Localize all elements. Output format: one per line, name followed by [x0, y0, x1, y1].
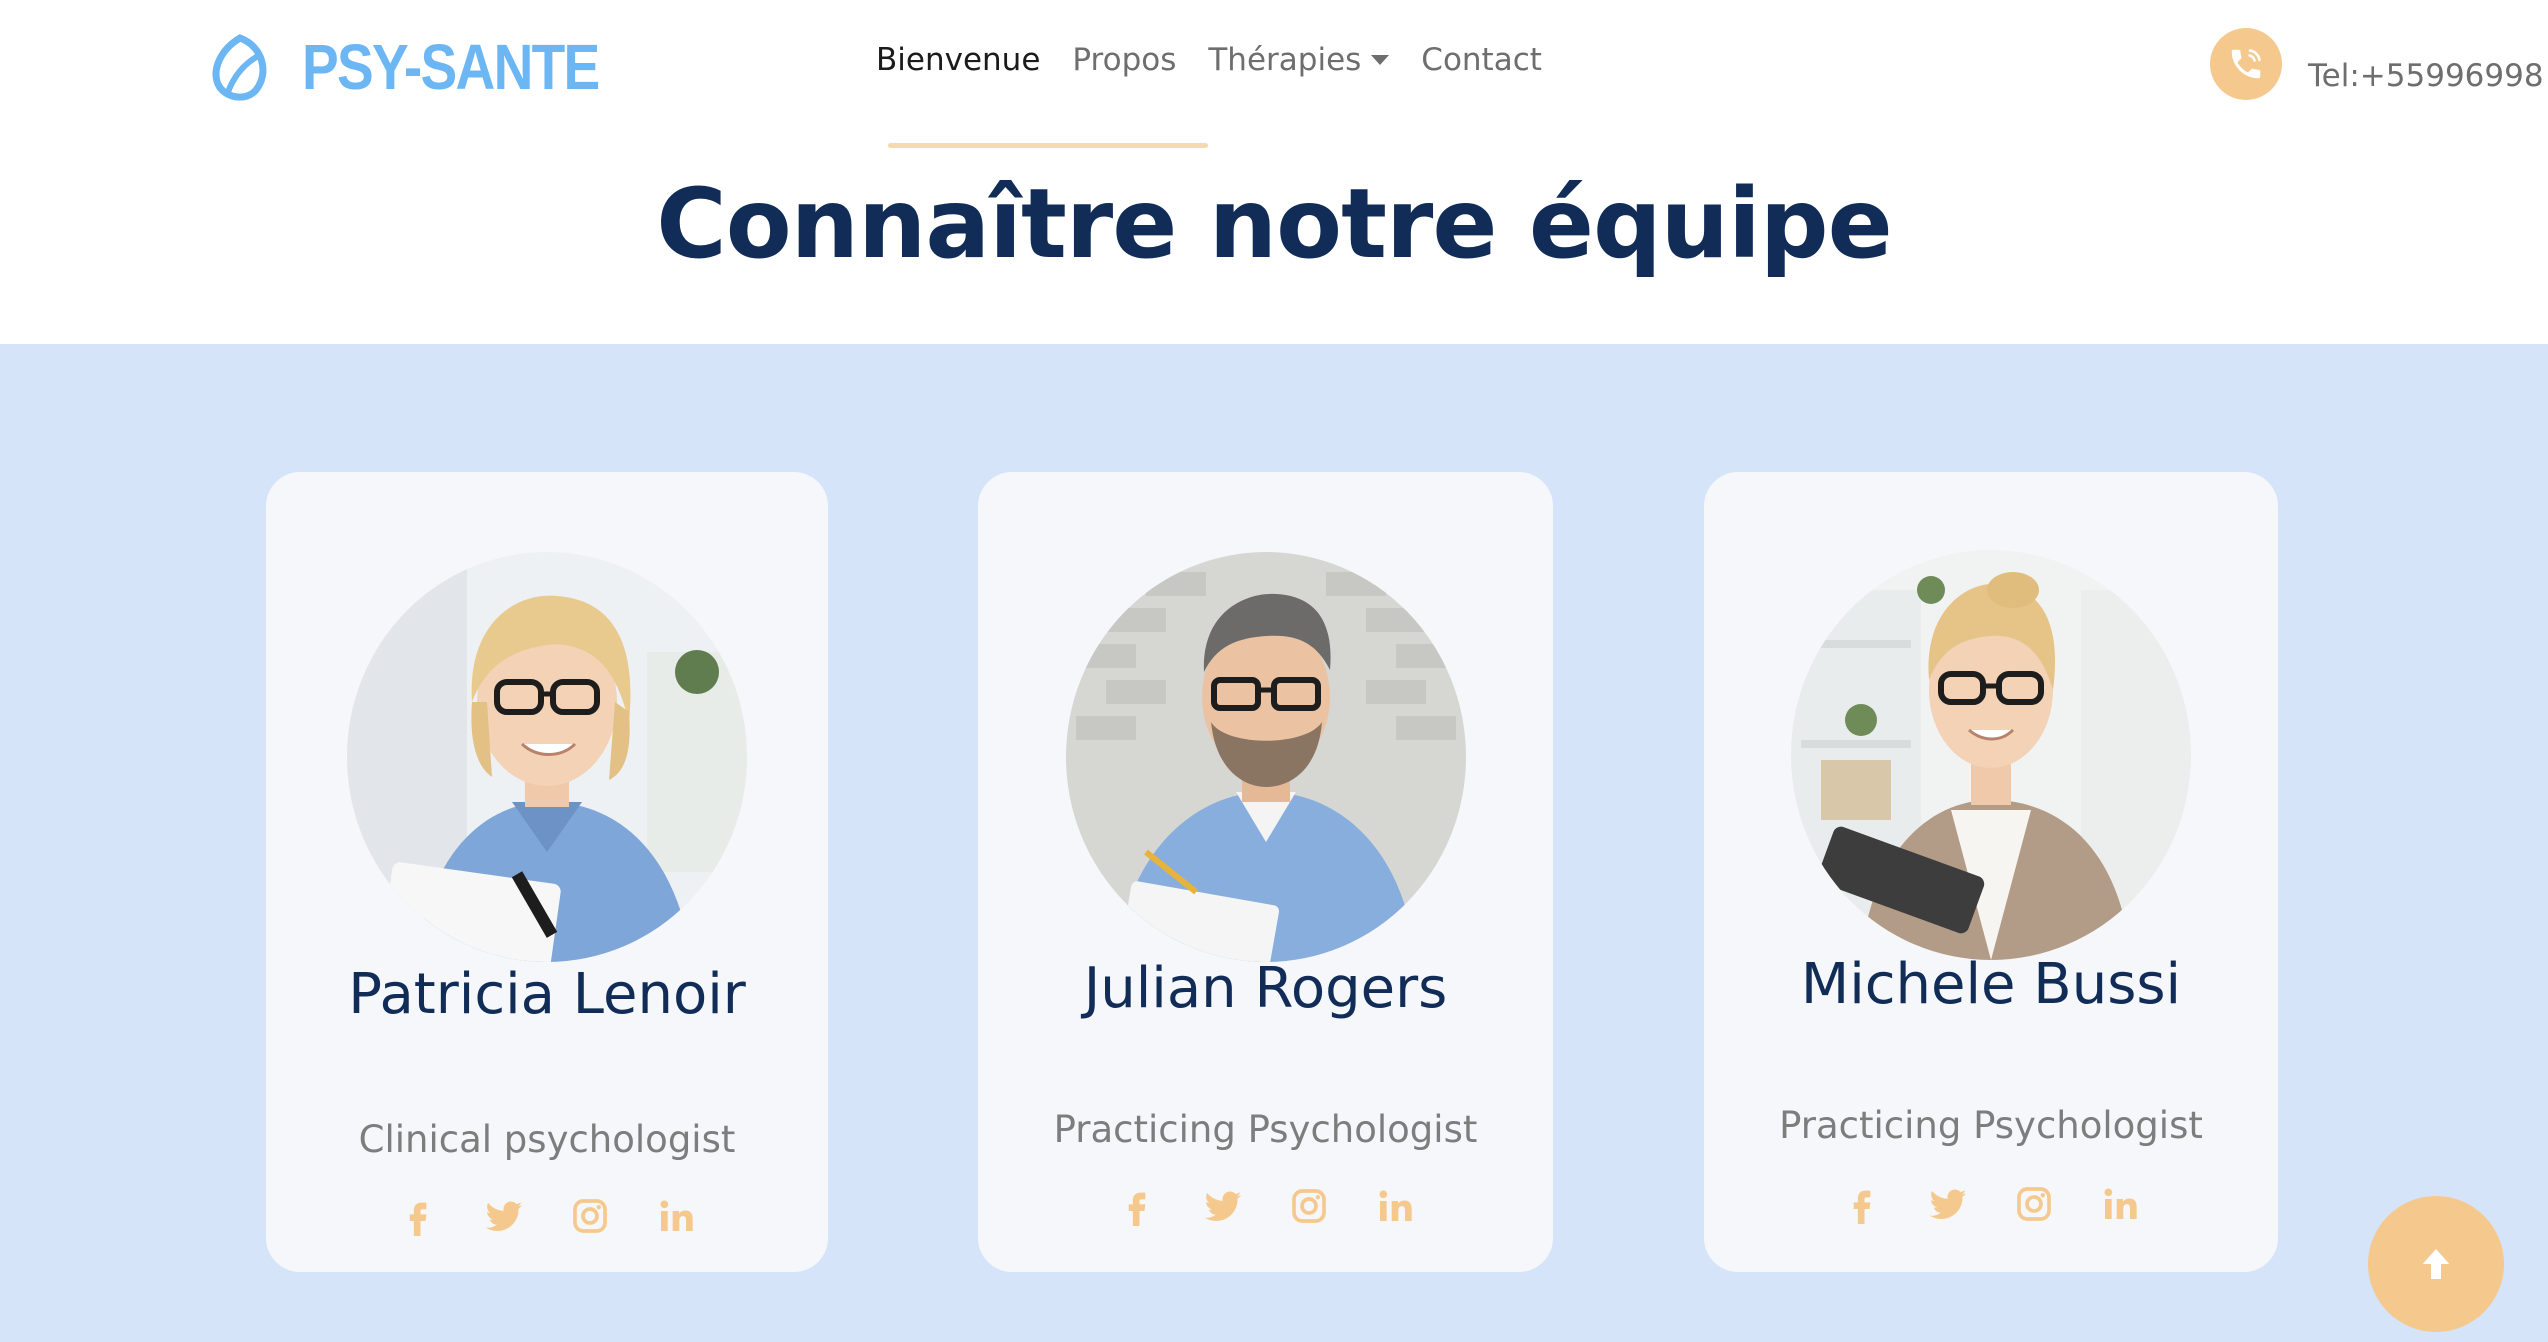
twitter-icon[interactable]	[482, 1194, 526, 1238]
leaf-logo-icon	[212, 34, 267, 101]
brand-logo[interactable]: PSY-SANTE	[210, 30, 647, 104]
twitter-icon[interactable]	[1201, 1184, 1245, 1228]
portrait-image	[1791, 550, 2191, 960]
facebook-icon[interactable]	[1840, 1182, 1884, 1226]
scroll-top-button[interactable]	[2368, 1196, 2504, 1332]
instagram-icon[interactable]	[2012, 1182, 2056, 1226]
title-divider	[888, 143, 1208, 148]
portrait-image	[1065, 552, 1466, 962]
team-card-patricia: Patricia Lenoir Clinical psychologist	[266, 472, 828, 1272]
instagram-icon[interactable]	[568, 1194, 612, 1238]
portrait-image	[347, 552, 747, 962]
facebook-icon[interactable]	[1115, 1184, 1159, 1228]
linkedin-icon[interactable]	[654, 1194, 698, 1238]
nav-item-therapies[interactable]: Thérapies	[1192, 42, 1405, 78]
linkedin-icon[interactable]	[2098, 1182, 2142, 1226]
member-role: Practicing Psychologist	[1053, 1108, 1478, 1151]
avatar	[1065, 552, 1466, 962]
member-name: Julian Rogers	[1083, 956, 1448, 1021]
arrow-up-icon	[2422, 1249, 2450, 1279]
avatar	[1791, 550, 2191, 960]
twitter-icon[interactable]	[1926, 1182, 1970, 1226]
phone-number[interactable]: Tel:+55996998	[2308, 58, 2544, 94]
chevron-down-icon	[1371, 55, 1390, 65]
facebook-icon[interactable]	[396, 1194, 440, 1238]
phone-badge[interactable]	[2210, 28, 2282, 100]
team-card-julian: Julian Rogers Practicing Psychologist	[978, 472, 1553, 1272]
page-title: Connaître notre équipe	[656, 168, 1893, 280]
member-name: Patricia Lenoir	[348, 962, 746, 1027]
social-links	[978, 1184, 1553, 1228]
member-role: Practicing Psychologist	[1779, 1104, 2203, 1147]
main-nav: Bienvenue Propos Thérapies Contact	[860, 42, 1558, 78]
linkedin-icon[interactable]	[1373, 1184, 1417, 1228]
nav-item-contact[interactable]: Contact	[1405, 42, 1558, 78]
social-links	[1704, 1182, 2278, 1226]
member-name: Michele Bussi	[1800, 952, 2182, 1017]
nav-item-propos[interactable]: Propos	[1056, 42, 1192, 78]
site-header: PSY-SANTE Bienvenue Propos Thérapies Con…	[0, 0, 2548, 150]
phone-icon	[2231, 49, 2261, 79]
social-links	[266, 1194, 828, 1238]
nav-item-therapies-label: Thérapies	[1208, 42, 1362, 78]
instagram-icon[interactable]	[1287, 1184, 1331, 1228]
team-card-michele: Michele Bussi Practicing Psychologist	[1704, 472, 2278, 1272]
avatar	[347, 552, 747, 962]
nav-item-bienvenue[interactable]: Bienvenue	[860, 42, 1056, 78]
brand-name: PSY-SANTE	[302, 31, 600, 103]
member-role: Clinical psychologist	[358, 1118, 736, 1161]
